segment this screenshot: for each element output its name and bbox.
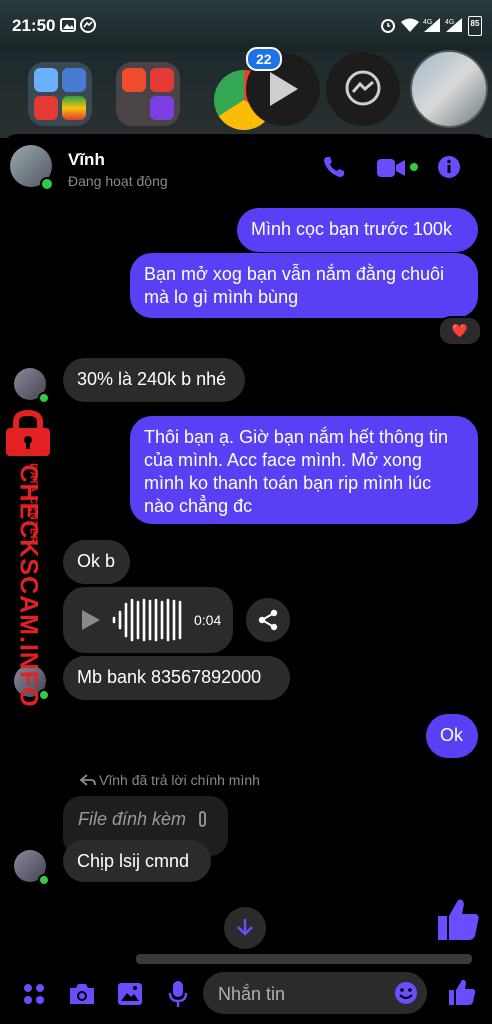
message-outgoing[interactable]: Ok <box>426 714 478 758</box>
contact-status: Đang hoạt động <box>68 173 168 189</box>
message-outgoing[interactable]: Mình cọc bạn trước 100k <box>237 208 478 252</box>
online-indicator <box>40 177 54 191</box>
lock-icon <box>6 410 50 456</box>
camera-icon[interactable] <box>68 982 96 1006</box>
battery-level: 85 <box>470 19 480 28</box>
online-indicator <box>38 874 50 886</box>
shopee-app-icon <box>122 68 146 92</box>
message-input-placeholder: Nhắn tin <box>218 984 286 1004</box>
attachment-preview-strip <box>136 954 472 964</box>
messenger-notification-icon <box>80 17 96 33</box>
voice-play-icon[interactable] <box>80 608 102 632</box>
arrow-down-icon <box>237 919 253 936</box>
message-incoming[interactable]: Ok b <box>63 540 130 584</box>
contact-chat-head[interactable] <box>410 50 488 128</box>
calendar-app-icon <box>62 68 86 92</box>
love-app-icon <box>150 96 174 120</box>
watermark-sub: DATA CENTER <box>27 463 39 544</box>
messenger-icon <box>345 70 381 106</box>
weather-app-icon <box>34 68 58 92</box>
message-outgoing[interactable]: Thôi bạn ạ. Giờ bạn nắm hết thông tin củ… <box>130 416 478 524</box>
reply-note: Vĩnh đã trả lời chính mình <box>99 772 260 788</box>
notification-badge: 22 <box>246 47 282 71</box>
message-incoming[interactable]: 30% là 240k b nhé <box>63 358 245 402</box>
more-actions-icon[interactable] <box>22 982 46 1006</box>
large-like-icon[interactable] <box>436 896 480 942</box>
svg-text:4G: 4G <box>445 19 454 26</box>
play-icon <box>270 72 298 106</box>
voice-duration: 0:04 <box>194 612 222 628</box>
alarm-icon <box>381 19 395 33</box>
gallery-icon <box>60 18 76 32</box>
gallery-icon[interactable] <box>117 982 143 1006</box>
microphone-icon[interactable] <box>168 980 188 1008</box>
wifi-icon <box>401 18 419 32</box>
heart-reaction[interactable]: ❤️ <box>438 316 482 346</box>
signal-4g-icon: 4G <box>423 18 440 32</box>
message-incoming[interactable]: Mb bank 83567892000 <box>63 656 290 700</box>
emoji-icon[interactable] <box>394 981 418 1005</box>
watermark: CHECKSCAM.INFO DATA CENTER <box>2 410 56 708</box>
waveform-icon <box>112 598 182 642</box>
paperclip-icon <box>199 811 206 827</box>
lazada-app-icon <box>150 68 174 92</box>
message-outgoing[interactable]: Bạn mở xog bạn vẫn nắm đằng chuôi mà lo … <box>130 253 478 318</box>
svg-text:4G: 4G <box>423 19 432 26</box>
signal-4g-icon-2: 4G <box>445 18 462 32</box>
utilities-app-icon <box>34 96 58 120</box>
phone-call-icon[interactable] <box>322 155 346 179</box>
radar-app-icon <box>62 96 86 120</box>
reply-arrow-icon <box>80 774 96 786</box>
info-icon[interactable] <box>437 155 461 179</box>
like-icon[interactable] <box>448 978 476 1006</box>
share-icon <box>258 609 278 631</box>
status-time: 21:50 <box>12 16 56 35</box>
contact-name[interactable]: Vĩnh <box>68 150 105 170</box>
quoted-text: File đính kèm <box>78 809 187 829</box>
message-incoming[interactable]: Chịp lsij cmnd <box>63 840 211 882</box>
video-active-dot <box>410 163 418 171</box>
video-call-icon[interactable] <box>376 158 406 178</box>
online-indicator <box>38 392 50 404</box>
